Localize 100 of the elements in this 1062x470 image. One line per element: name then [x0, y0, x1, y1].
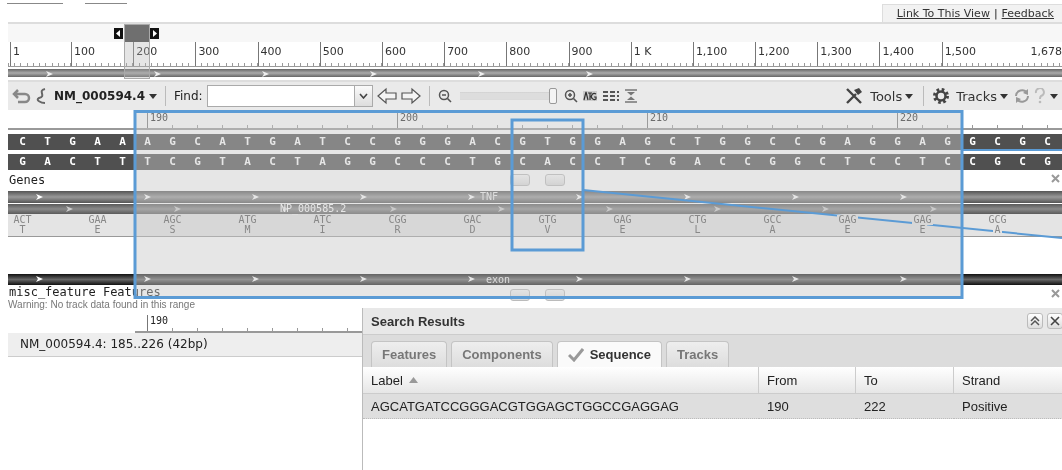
tracks-menu[interactable]: Tracks [954, 88, 1010, 104]
caret-icon[interactable] [1050, 93, 1058, 99]
base-letter: C [743, 154, 752, 170]
base-letter: A [293, 134, 302, 150]
base-letter: G [368, 154, 377, 170]
results-tab[interactable]: Sequence [556, 341, 663, 367]
feedback-link[interactable]: Feedback [1001, 7, 1054, 20]
tools-icon[interactable] [844, 87, 865, 105]
base-letter: C [818, 154, 827, 170]
base-letter: G [268, 134, 277, 150]
ruler-label: 300 [195, 42, 258, 66]
find-field[interactable] [206, 85, 373, 107]
base-letter: G [168, 134, 177, 150]
base-letter: C [18, 134, 27, 150]
base-letter: G [593, 134, 602, 150]
base-letter: G [768, 154, 777, 170]
base-letter: C [568, 154, 577, 170]
gene-label: TNF [480, 191, 499, 203]
column-header[interactable]: Strand [954, 367, 1062, 394]
caret-icon [905, 93, 914, 99]
double-chevron-icon [1030, 316, 1040, 326]
base-letter: G [68, 134, 77, 150]
base-letter: T [243, 134, 252, 150]
base-letter: G [418, 134, 427, 150]
expand-tracks-icon[interactable] [601, 89, 620, 103]
base-letter: C [893, 154, 902, 170]
ruler-label: 1,200 [755, 42, 818, 66]
warning-message: Warning: No track data found in this range [8, 299, 195, 310]
column-header[interactable]: To [856, 367, 954, 394]
ruler-label: 1,500 [941, 42, 1004, 66]
close-icon[interactable] [1051, 174, 1060, 183]
link-to-view-link[interactable]: Link To This View [896, 7, 990, 20]
table-cell[interactable]: AGCATGATCCGGGACGTGGAGCTGGCCGAGGAG [363, 394, 759, 419]
caret-icon[interactable] [149, 93, 157, 99]
right-handle-icon[interactable] [150, 28, 159, 39]
track-title: Genes [8, 173, 46, 187]
base-letter: C [168, 154, 177, 170]
previous-button[interactable] [510, 289, 530, 301]
ruler-label: 1,300 [817, 42, 880, 66]
base-letter: C [343, 134, 352, 150]
ruler-label: 800 [506, 42, 569, 66]
base-letter: A [143, 134, 152, 150]
base-letter: C [668, 134, 677, 150]
ruler-label: 500 [319, 42, 382, 66]
undo-icon[interactable] [12, 88, 32, 104]
base-letter: A [118, 134, 127, 150]
slider-thumb[interactable] [548, 88, 557, 104]
ruler-label: 1 [10, 42, 71, 66]
column-header[interactable]: Label [363, 367, 759, 394]
view-position-marker[interactable] [124, 24, 149, 42]
close-icon[interactable] [1051, 289, 1060, 298]
base-letter: G [718, 134, 727, 150]
protein-label: NP_000585.2 [280, 204, 347, 214]
settings-icon[interactable] [932, 87, 951, 105]
refresh-icon[interactable] [1014, 88, 1030, 104]
table-cell[interactable]: 222 [856, 394, 954, 419]
base-letter: T [543, 134, 552, 150]
previous-button[interactable] [510, 174, 530, 186]
ruler-label: 1,100 [692, 42, 756, 66]
sequence-selector[interactable]: NM_000594.4 [54, 89, 145, 103]
collapse-tracks-icon[interactable] [623, 89, 638, 103]
base-letter: G [393, 134, 402, 150]
results-tab[interactable]: Components [451, 341, 553, 367]
base-letter: C [943, 154, 952, 170]
left-arrow-icon[interactable] [376, 87, 397, 105]
next-button[interactable] [545, 289, 565, 301]
sequence-icon[interactable] [36, 87, 48, 105]
column-header[interactable]: From [759, 367, 856, 394]
base-letter: C [768, 134, 777, 150]
table-cell[interactable]: Positive [954, 394, 1062, 419]
table-cell[interactable]: 190 [759, 394, 856, 419]
base-letter: C [1043, 134, 1052, 150]
results-tab[interactable]: Features [371, 341, 448, 367]
close-icon [1050, 316, 1060, 326]
left-handle-icon[interactable] [114, 28, 123, 39]
tools-menu[interactable]: Tools [868, 88, 916, 104]
close-button[interactable] [1047, 313, 1062, 329]
base-letter: G [668, 154, 677, 170]
link-separator: | [993, 7, 998, 20]
base-letter: G [18, 154, 27, 170]
results-tab[interactable]: Tracks [666, 341, 730, 367]
base-letter: C [443, 154, 452, 170]
base-letter: G [1043, 154, 1052, 170]
base-letter: G [993, 154, 1002, 170]
base-letter: T [93, 154, 102, 170]
zoom-in-icon[interactable] [563, 89, 578, 103]
base-letter: A [693, 154, 702, 170]
location-status: NM_000594.4: 185..226 (42bp) [8, 333, 362, 357]
sequence-letters-icon[interactable] [581, 89, 598, 103]
ruler-label: 190 [147, 315, 169, 331]
base-letter: C [493, 134, 502, 150]
collapse-button[interactable] [1027, 313, 1043, 329]
base-letter: G [943, 134, 952, 150]
base-letter: A [43, 154, 52, 170]
right-arrow-icon[interactable] [400, 87, 421, 105]
base-letter: G [968, 134, 977, 150]
zoom-out-icon[interactable] [437, 89, 452, 103]
base-letter: C [193, 134, 202, 150]
base-letter: T [293, 154, 302, 170]
base-letter: T [143, 154, 152, 170]
